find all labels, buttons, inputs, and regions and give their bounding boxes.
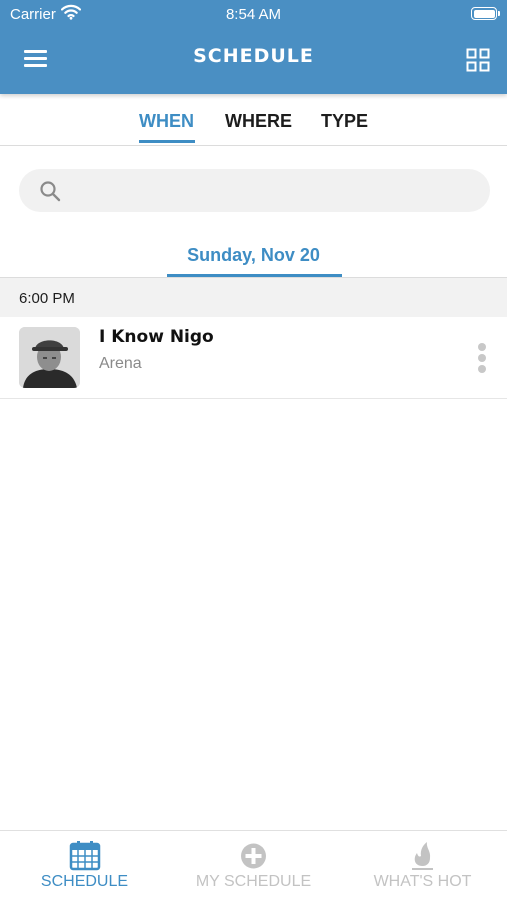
plus-circle-icon <box>241 843 266 869</box>
status-bar: Carrier 8:54 AM <box>0 0 507 28</box>
time-slot-header: 6:00 PM <box>0 278 507 317</box>
flame-icon <box>412 842 433 870</box>
grid-view-icon[interactable] <box>466 48 490 72</box>
page-title: SCHEDULE <box>193 45 314 67</box>
event-venue: Arena <box>99 355 142 372</box>
filter-tabs: WHEN WHERE TYPE <box>0 94 507 146</box>
search-input[interactable] <box>75 169 475 212</box>
calendar-icon <box>69 841 101 871</box>
nav-my-schedule-label: MY SCHEDULE <box>195 873 312 890</box>
tab-when-indicator <box>139 140 195 143</box>
app-header: Carrier 8:54 AM SCHEDULE <box>0 0 507 94</box>
bottom-nav: SCHEDULE MY SCHEDULE WHAT'S HOT <box>0 830 507 900</box>
tab-type[interactable]: TYPE <box>321 111 368 132</box>
search-icon <box>40 181 61 202</box>
search-bar <box>19 169 490 212</box>
person-photo-icon <box>19 327 80 388</box>
time-slot-label: 6:00 PM <box>19 290 75 307</box>
day-selector[interactable]: Sunday, Nov 20 <box>0 245 507 266</box>
battery-icon <box>471 7 500 20</box>
event-row[interactable]: I Know Nigo Arena <box>0 317 507 399</box>
nav-schedule-label: SCHEDULE <box>40 873 129 890</box>
tab-where[interactable]: WHERE <box>225 111 292 132</box>
status-time: 8:54 AM <box>225 6 282 23</box>
event-thumbnail <box>19 327 80 388</box>
more-options-icon[interactable] <box>472 341 492 375</box>
nav-whats-hot[interactable]: WHAT'S HOT <box>338 831 507 900</box>
nav-my-schedule[interactable]: MY SCHEDULE <box>169 831 338 900</box>
tab-when[interactable]: WHEN <box>139 111 194 132</box>
nav-schedule[interactable]: SCHEDULE <box>0 831 169 900</box>
nav-whats-hot-label: WHAT'S HOT <box>373 873 472 890</box>
event-title: I Know Nigo <box>99 327 214 347</box>
